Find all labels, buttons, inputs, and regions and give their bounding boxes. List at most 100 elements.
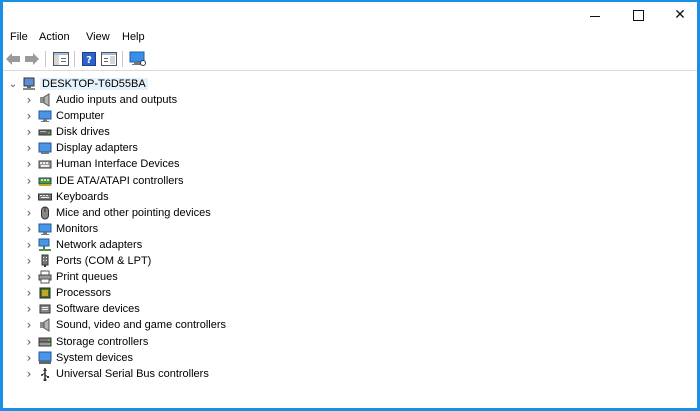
monitor-icon xyxy=(37,221,53,237)
tree-category-label: Network adapters xyxy=(56,238,143,251)
tree-category[interactable]: › System devices xyxy=(21,350,133,366)
software-device-icon xyxy=(37,301,53,317)
printer-icon xyxy=(37,269,53,285)
close-button[interactable]: ✕ xyxy=(657,2,700,28)
tree-category[interactable]: › Processors xyxy=(21,285,111,301)
device-tree[interactable]: ⌄ DESKTOP-T6D55BA › Audio inputs and outp… xyxy=(3,74,697,404)
tree-category[interactable]: › Computer xyxy=(21,108,105,124)
collapsed-chevron-icon[interactable]: › xyxy=(21,269,37,285)
forward-button[interactable] xyxy=(23,51,41,67)
toolbar: ? xyxy=(3,48,697,71)
tree-category[interactable]: › Display adapters xyxy=(21,140,138,156)
tree-category[interactable]: › Disk drives xyxy=(21,124,110,140)
keyboard-icon xyxy=(37,189,53,205)
show-hide-console-tree-button[interactable] xyxy=(52,51,70,67)
collapsed-chevron-icon[interactable]: › xyxy=(21,334,37,350)
collapsed-chevron-icon[interactable]: › xyxy=(21,253,37,269)
collapsed-chevron-icon[interactable]: › xyxy=(21,285,37,301)
tree-category[interactable]: › Keyboards xyxy=(21,189,109,205)
collapsed-chevron-icon[interactable]: › xyxy=(21,124,37,140)
collapsed-chevron-icon[interactable]: › xyxy=(21,237,37,253)
tree-category-label: Storage controllers xyxy=(56,335,149,348)
scan-hardware-changes-button[interactable] xyxy=(129,51,147,67)
tree-category-label: Universal Serial Bus controllers xyxy=(56,367,209,380)
tree-category-label: Processors xyxy=(56,287,112,300)
collapsed-chevron-icon[interactable]: › xyxy=(21,140,37,156)
tree-category-label: Software devices xyxy=(56,303,140,316)
tree-category-label: Disk drives xyxy=(56,126,110,139)
tree-category[interactable]: › Monitors xyxy=(21,221,99,237)
menu-file[interactable]: File xyxy=(8,29,30,45)
mouse-icon xyxy=(37,205,53,221)
console-tree-icon xyxy=(53,52,69,66)
tree-category-label: Monitors xyxy=(56,222,99,235)
collapsed-chevron-icon[interactable]: › xyxy=(21,189,37,205)
collapsed-chevron-icon[interactable]: › xyxy=(21,156,37,172)
tree-category-label: Mice and other pointing devices xyxy=(56,206,211,219)
speaker-icon xyxy=(37,317,53,333)
maximize-button[interactable] xyxy=(615,2,661,28)
toolbar-separator xyxy=(45,51,46,67)
disk-drive-icon xyxy=(37,124,53,140)
toolbar-separator xyxy=(122,51,123,67)
tree-category[interactable]: › Audio inputs and outputs xyxy=(21,92,178,108)
hid-icon xyxy=(37,156,53,172)
tree-category-label: Display adapters xyxy=(56,142,138,155)
tree-root[interactable]: ⌄ DESKTOP-T6D55BA xyxy=(5,76,148,92)
tree-category[interactable]: › Print queues xyxy=(21,269,118,285)
port-icon xyxy=(37,253,53,269)
collapsed-chevron-icon[interactable]: › xyxy=(21,92,37,108)
storage-controller-icon xyxy=(37,334,53,350)
tree-category[interactable]: › Human Interface Devices xyxy=(21,156,180,172)
collapsed-chevron-icon[interactable]: › xyxy=(21,221,37,237)
collapsed-chevron-icon[interactable]: › xyxy=(21,205,37,221)
collapsed-chevron-icon[interactable]: › xyxy=(21,108,37,124)
back-arrow-icon xyxy=(6,53,20,65)
properties-icon xyxy=(101,52,117,66)
tree-category[interactable]: › Storage controllers xyxy=(21,334,149,350)
menu-action[interactable]: Action xyxy=(37,29,72,45)
collapsed-chevron-icon[interactable]: › xyxy=(21,350,37,366)
tree-category[interactable]: › IDE ATA/ATAPI controllers xyxy=(21,173,184,189)
title-bar[interactable]: ✕ xyxy=(3,2,697,28)
tree-category-label: Ports (COM & LPT) xyxy=(56,255,152,267)
menu-bar: File Action View Help xyxy=(3,28,697,46)
monitor-icon xyxy=(37,108,53,124)
processor-icon xyxy=(37,285,53,301)
forward-arrow-icon xyxy=(25,53,39,65)
collapsed-chevron-icon[interactable]: › xyxy=(21,301,37,317)
ide-controller-icon xyxy=(37,173,53,189)
display-adapter-icon xyxy=(37,140,53,156)
speaker-icon xyxy=(37,92,53,108)
tree-category[interactable]: › Network adapters xyxy=(21,237,143,253)
properties-button[interactable] xyxy=(100,51,118,67)
tree-category-label: System devices xyxy=(56,351,134,364)
tree-category[interactable]: › Universal Serial Bus controllers xyxy=(21,366,209,382)
minimize-button[interactable] xyxy=(572,2,618,28)
maximize-icon xyxy=(632,9,644,21)
minimize-icon xyxy=(590,15,600,17)
scan-hardware-icon xyxy=(129,51,146,66)
tree-category[interactable]: › Sound, video and game controllers xyxy=(21,317,226,333)
expanded-chevron-icon[interactable]: ⌄ xyxy=(5,76,21,92)
help-icon: ? xyxy=(82,52,96,66)
collapsed-chevron-icon[interactable]: › xyxy=(21,173,37,189)
tree-category[interactable]: › Software devices xyxy=(21,301,140,317)
menu-help[interactable]: Help xyxy=(120,29,147,45)
tree-category-label: Audio inputs and outputs xyxy=(56,94,178,106)
collapsed-chevron-icon[interactable]: › xyxy=(21,317,37,333)
tree-category-label: Print queues xyxy=(56,271,118,284)
help-button[interactable]: ? xyxy=(80,51,98,67)
back-button[interactable] xyxy=(4,51,22,67)
tree-category[interactable]: › Mice and other pointing devices xyxy=(21,205,211,221)
tree-category[interactable]: › Ports (COM & LPT) xyxy=(21,253,152,269)
collapsed-chevron-icon[interactable]: › xyxy=(21,366,37,382)
usb-icon xyxy=(37,366,53,382)
tree-root-label: DESKTOP-T6D55BA xyxy=(40,78,148,90)
network-adapter-icon xyxy=(37,237,53,253)
tree-category-label: Computer xyxy=(56,110,105,123)
computer-icon xyxy=(21,76,37,92)
tree-category-label: IDE ATA/ATAPI controllers xyxy=(56,174,184,187)
device-manager-window: ✕ File Action View Help ? ⌄ DESKTOP-T6D5… xyxy=(0,0,700,411)
menu-view[interactable]: View xyxy=(84,29,112,45)
